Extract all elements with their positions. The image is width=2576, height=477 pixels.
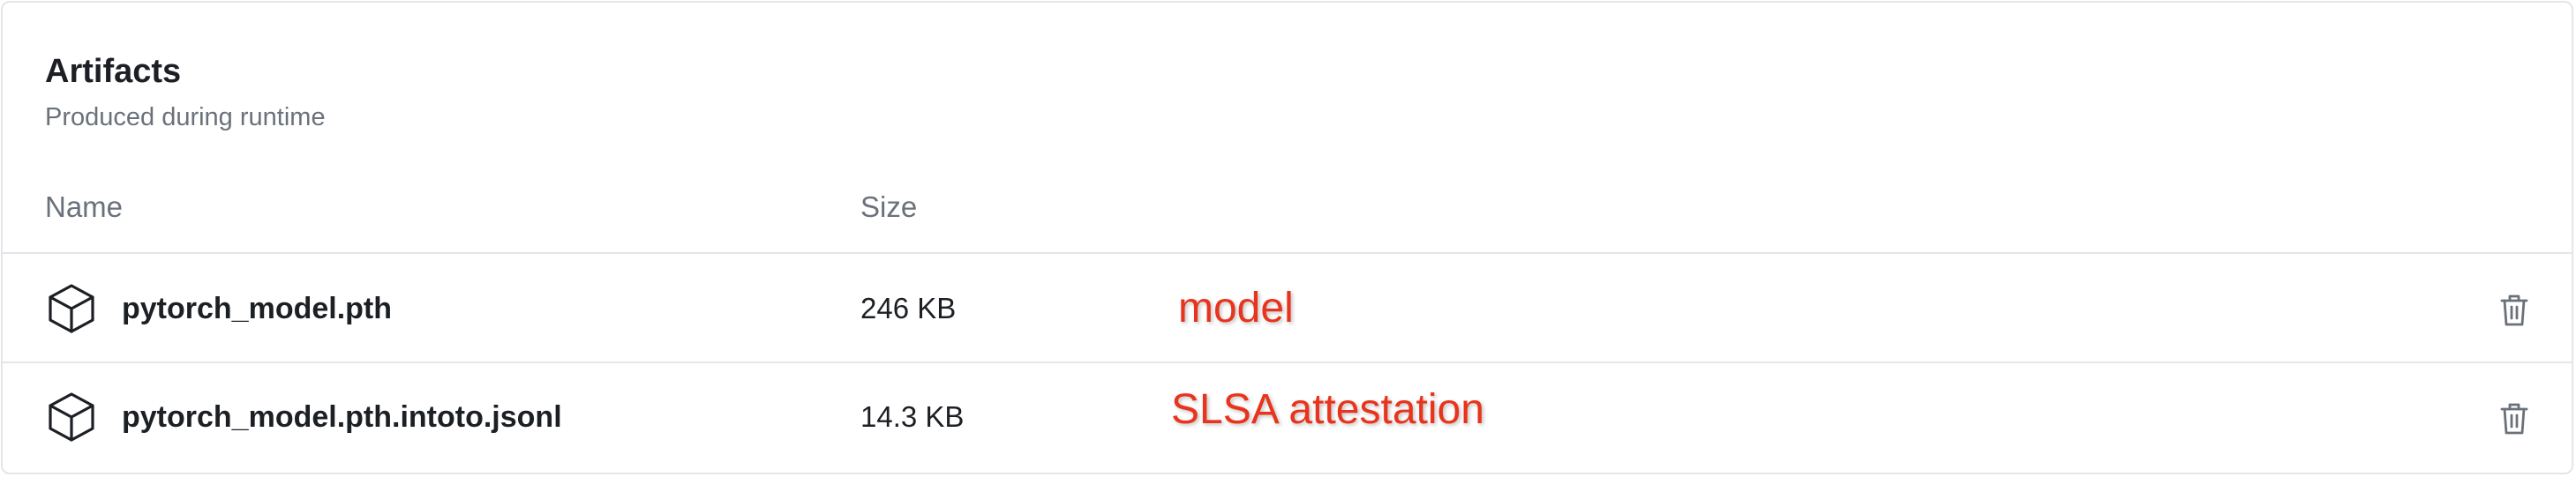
row-divider bbox=[3, 361, 2572, 363]
package-icon bbox=[47, 391, 96, 443]
table-row: pytorch_model.pth.intoto.jsonl 14.3 KB S… bbox=[3, 364, 2572, 470]
header-divider bbox=[3, 252, 2572, 254]
section-title: Artifacts bbox=[45, 53, 182, 90]
artifacts-panel: Artifacts Produced during runtime Name S… bbox=[1, 1, 2573, 474]
delete-button[interactable] bbox=[2497, 401, 2532, 436]
table-row: pytorch_model.pth 246 KB model bbox=[3, 256, 2572, 361]
artifact-name[interactable]: pytorch_model.pth bbox=[122, 289, 392, 328]
package-icon bbox=[47, 282, 96, 335]
artifact-annotation: model bbox=[1178, 285, 1294, 332]
artifact-size: 246 KB bbox=[860, 292, 957, 324]
trash-icon bbox=[2500, 294, 2528, 326]
artifact-size: 14.3 KB bbox=[860, 400, 965, 433]
artifact-name[interactable]: pytorch_model.pth.intoto.jsonl bbox=[122, 398, 562, 436]
column-header-name: Name bbox=[45, 190, 124, 223]
section-subtitle: Produced during runtime bbox=[45, 103, 326, 131]
trash-icon bbox=[2500, 403, 2528, 435]
artifact-annotation: SLSA attestation bbox=[1171, 386, 1484, 433]
column-header-size: Size bbox=[860, 190, 918, 223]
delete-button[interactable] bbox=[2497, 293, 2532, 328]
